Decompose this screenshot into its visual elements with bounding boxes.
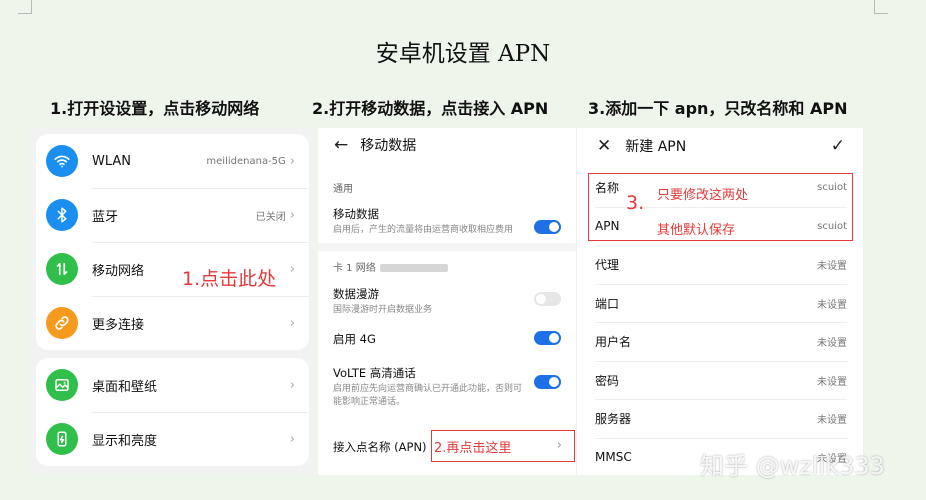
step-1-label: 1.打开设设置，点击移动网络 [50, 99, 260, 118]
mobile-network-icon [46, 253, 78, 285]
annotation-step-3-line2: 其他默认保存 [657, 223, 736, 238]
mobile-data-item-desc: 启用后，产生的流量将由运营商收取相应费用 [333, 225, 514, 235]
apn-item-title: 接入点名称 (APN) [333, 440, 427, 454]
annotation-step-3-number: 3. [626, 192, 645, 214]
apn-field-password[interactable]: 密码 未设置 [595, 362, 847, 400]
apn-field-value: 未设置 [817, 338, 847, 350]
enable-4g-title: 启用 4G [333, 332, 376, 346]
settings-item-label: 更多连接 [92, 318, 145, 333]
settings-item-value: meilidenana-5G [206, 155, 286, 167]
data-roaming-item[interactable]: 数据漫游 国际漫游时开启数据业务 [318, 286, 576, 317]
settings-item-label: 显示和亮度 [92, 434, 158, 449]
new-apn-title: 新建 APN [625, 139, 687, 155]
page-title: 安卓机设置 APN [375, 41, 551, 67]
chevron-right-icon: › [289, 377, 295, 393]
display-icon [46, 423, 78, 455]
settings-item-display[interactable]: 显示和亮度 › [36, 412, 309, 466]
apn-field-username[interactable]: 用户名 未设置 [595, 323, 847, 362]
settings-item-label: 蓝牙 [92, 210, 119, 225]
apn-field-label: 密码 [595, 373, 620, 388]
apn-field-label: 用户名 [595, 335, 632, 350]
chevron-right-icon: › [289, 262, 295, 277]
mobile-data-title: 移动数据 [360, 138, 417, 154]
apn-field-value: 未设置 [817, 261, 847, 273]
step-2-label: 2.打开移动数据，点击接入 APN [312, 99, 549, 118]
link-icon [46, 307, 78, 339]
annotation-step-1: 1.点击此处 [182, 268, 277, 290]
page-corner-mark [18, 0, 32, 14]
volte-toggle[interactable] [534, 375, 561, 389]
apn-item[interactable]: 接入点名称 (APN) [318, 439, 442, 455]
wallpaper-icon [46, 369, 78, 401]
chevron-right-icon: › [289, 153, 295, 169]
section-card-1-label: 卡 1 网络 [333, 263, 376, 274]
settings-card-connectivity: WLAN meilidenana-5G › 蓝牙 已关闭 › 移动网络 › 更多… [36, 134, 309, 350]
section-divider [318, 243, 576, 251]
enable-4g-toggle[interactable] [534, 331, 561, 345]
blurred-carrier-name [379, 264, 448, 272]
page-corner-mark [874, 0, 888, 14]
settings-item-label: 桌面和壁纸 [92, 379, 158, 395]
apn-field-server[interactable]: 服务器 未设置 [595, 400, 847, 439]
settings-item-more-connections[interactable]: 更多连接 › [36, 296, 309, 350]
chevron-right-icon: › [289, 432, 295, 447]
settings-screen: WLAN meilidenana-5G › 蓝牙 已关闭 › 移动网络 › 更多… [30, 128, 315, 475]
chevron-right-icon: › [289, 316, 295, 331]
apn-field-value: 未设置 [817, 376, 847, 388]
annotation-step-2: 2.再点击这里 [434, 441, 512, 456]
annotation-step-3-line1: 只要修改这两处 [657, 188, 749, 203]
new-apn-screen: ✕ 新建 APN ✓ 名称 scuiot APN scuiot 代理 未设置 端… [577, 128, 863, 475]
settings-item-value: 已关闭 [255, 212, 286, 223]
data-roaming-desc: 国际漫游时开启数据业务 [333, 305, 433, 315]
volte-item[interactable]: VoLTE 高清通话 启用前应先向运营商确认已开通此功能，否则可能影响正常通话。 [318, 365, 576, 409]
mobile-data-header: ← 移动数据 [318, 128, 576, 162]
mobile-data-item-title: 移动数据 [333, 207, 379, 221]
settings-item-wallpaper[interactable]: 桌面和壁纸 › [36, 358, 309, 412]
section-general: 通用 [333, 184, 353, 195]
mobile-data-item[interactable]: 移动数据 启用后，产生的流量将由运营商收取相应费用 [318, 206, 576, 237]
apn-field-proxy[interactable]: 代理 未设置 [595, 246, 847, 285]
data-roaming-title: 数据漫游 [333, 287, 379, 301]
apn-field-port[interactable]: 端口 未设置 [595, 285, 847, 323]
apn-field-label: 服务器 [595, 412, 632, 427]
section-card-1: 卡 1 网络 [318, 259, 576, 274]
check-icon[interactable]: ✓ [831, 136, 845, 156]
mobile-data-screen: ← 移动数据 通用 移动数据 启用后，产生的流量将由运营商收取相应费用 卡 1 … [318, 128, 576, 475]
enable-4g-item[interactable]: 启用 4G [318, 331, 576, 347]
bluetooth-icon [46, 199, 78, 231]
apn-field-label: 端口 [595, 296, 620, 311]
apn-field-value: 未设置 [817, 299, 847, 311]
settings-item-bluetooth[interactable]: 蓝牙 已关闭 › [36, 188, 309, 242]
new-apn-header: ✕ 新建 APN ✓ [577, 128, 863, 164]
volte-title: VoLTE 高清通话 [333, 366, 416, 380]
apn-field-value: 未设置 [817, 415, 847, 427]
step-3-label: 3.添加一下 apn，只改名称和 APN [588, 99, 848, 118]
apn-field-label: 代理 [595, 258, 620, 273]
mobile-data-toggle[interactable] [534, 220, 561, 234]
wifi-icon [46, 145, 78, 177]
zhihu-watermark: 知乎 @wzllk333 [700, 452, 885, 480]
data-roaming-toggle[interactable] [534, 292, 561, 306]
volte-desc: 启用前应先向运营商确认已开通此功能，否则可能影响正常通话。 [333, 384, 523, 407]
settings-item-label: WLAN [92, 153, 132, 169]
chevron-right-icon: › [289, 208, 295, 223]
back-arrow-icon[interactable]: ← [334, 135, 348, 155]
close-icon[interactable]: ✕ [597, 136, 611, 156]
settings-item-wlan[interactable]: WLAN meilidenana-5G › [36, 134, 309, 188]
settings-card-display: 桌面和壁纸 › 显示和亮度 › [36, 358, 309, 466]
